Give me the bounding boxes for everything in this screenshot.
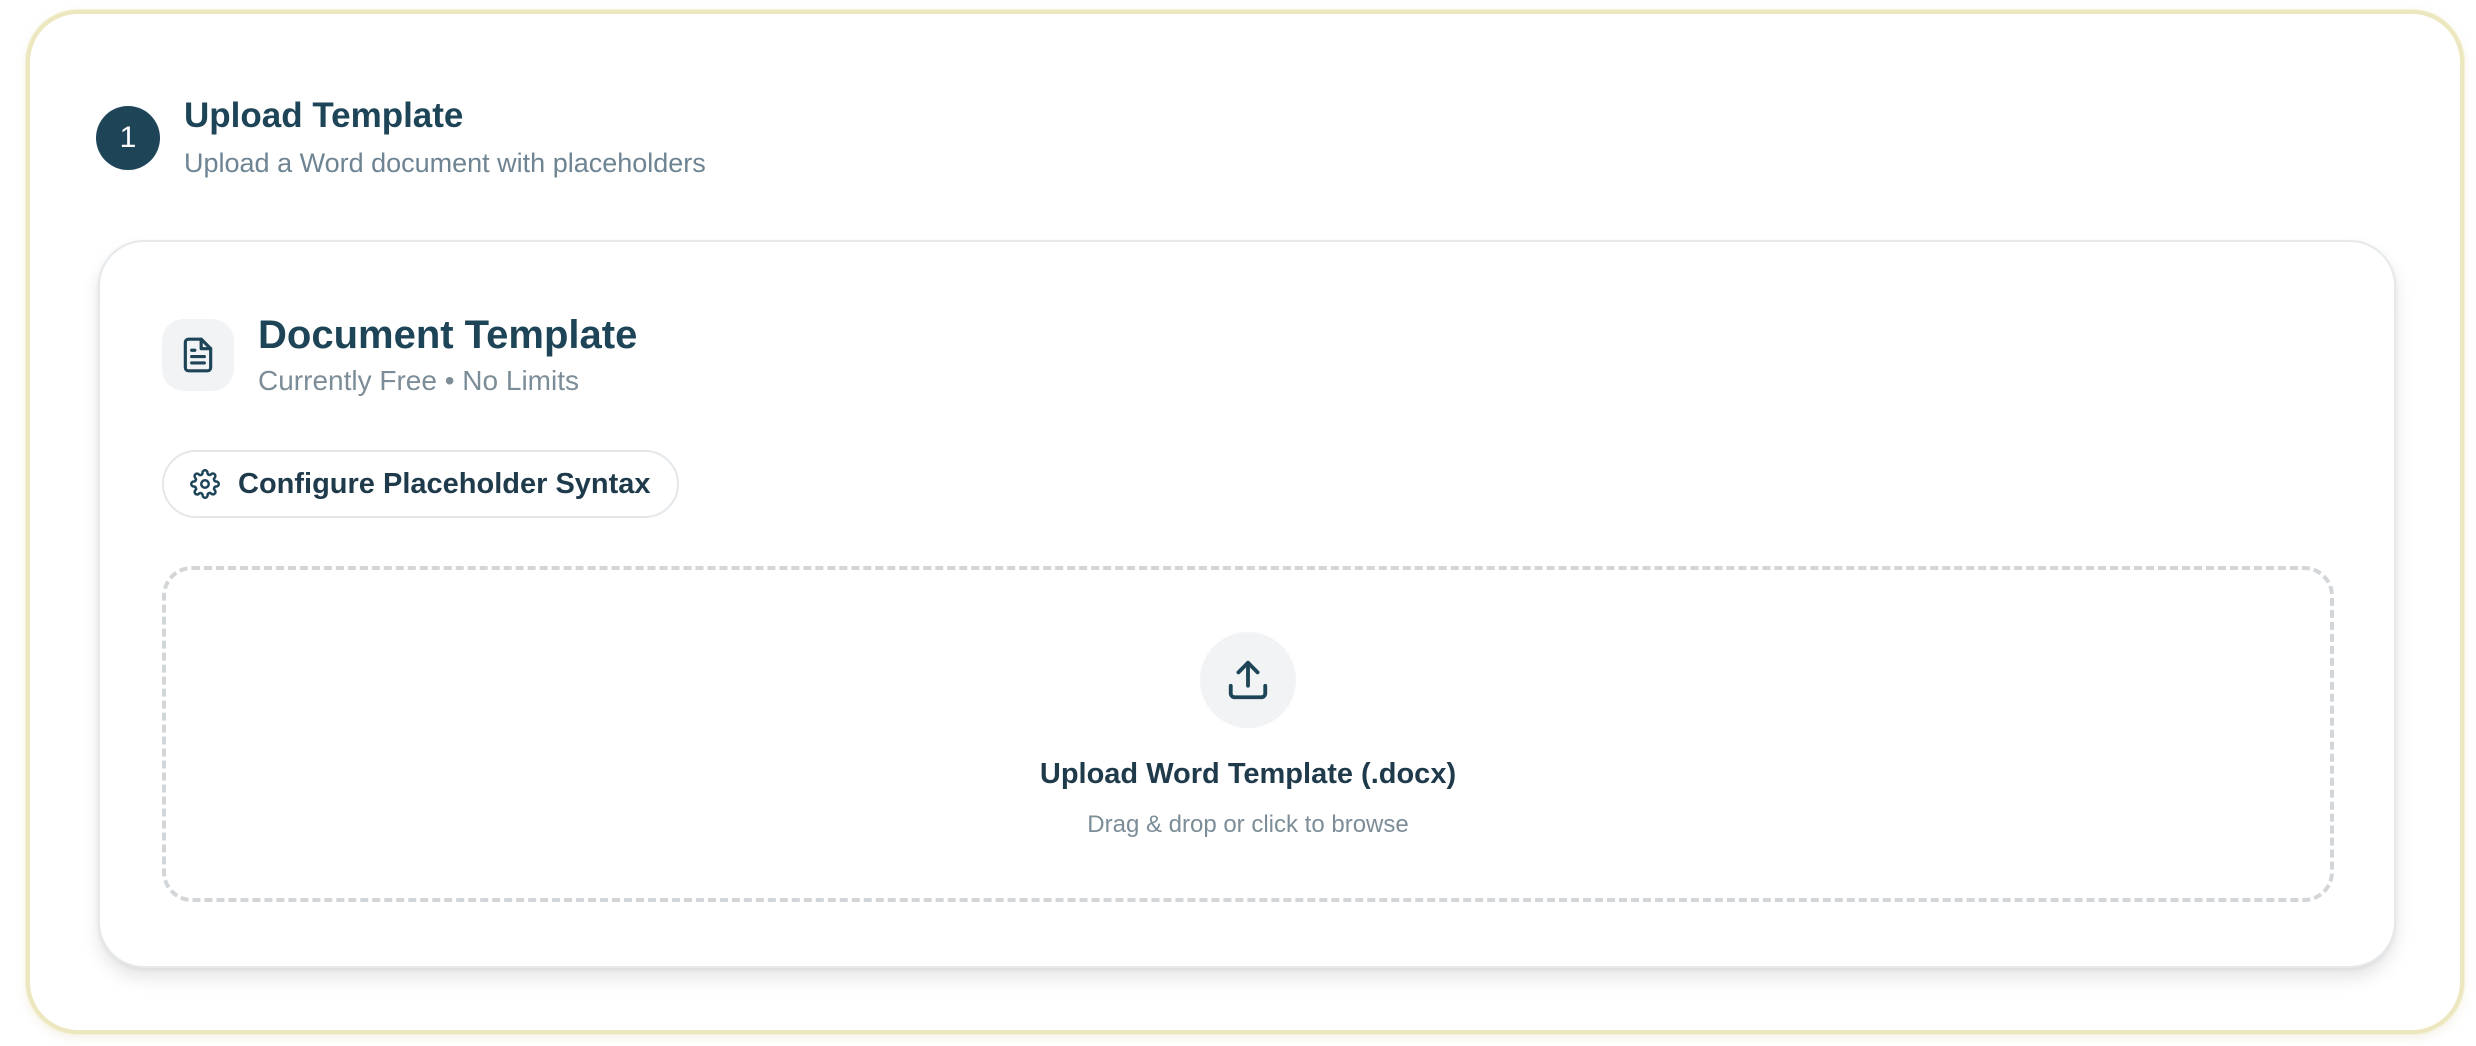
step-subtitle: Upload a Word document with placeholders — [184, 148, 706, 178]
upload-step-card: 1 Upload Template Upload a Word document… — [26, 10, 2464, 1034]
dropzone-subtitle: Drag & drop or click to browse — [1087, 811, 1409, 838]
step-number-badge: 1 — [96, 106, 160, 170]
document-template-card: Document Template Currently Free • No Li… — [98, 240, 2396, 968]
step-title: Upload Template — [184, 96, 464, 135]
document-title: Document Template — [258, 313, 638, 357]
configure-button-label: Configure Placeholder Syntax — [238, 467, 651, 500]
document-header: Document Template Currently Free • No Li… — [162, 312, 637, 398]
document-subtitle: Currently Free • No Limits — [258, 365, 579, 396]
gear-icon — [190, 469, 220, 499]
upload-dropzone[interactable]: Upload Word Template (.docx) Drag & drop… — [162, 566, 2334, 902]
configure-placeholder-syntax-button[interactable]: Configure Placeholder Syntax — [162, 450, 679, 518]
file-text-icon — [162, 319, 234, 391]
dropzone-title: Upload Word Template (.docx) — [1039, 758, 1457, 790]
step-texts: Upload Template Upload a Word document w… — [184, 90, 706, 180]
document-texts: Document Template Currently Free • No Li… — [258, 312, 637, 398]
step-header: 1 Upload Template Upload a Word document… — [96, 90, 706, 180]
upload-icon — [1200, 632, 1296, 728]
